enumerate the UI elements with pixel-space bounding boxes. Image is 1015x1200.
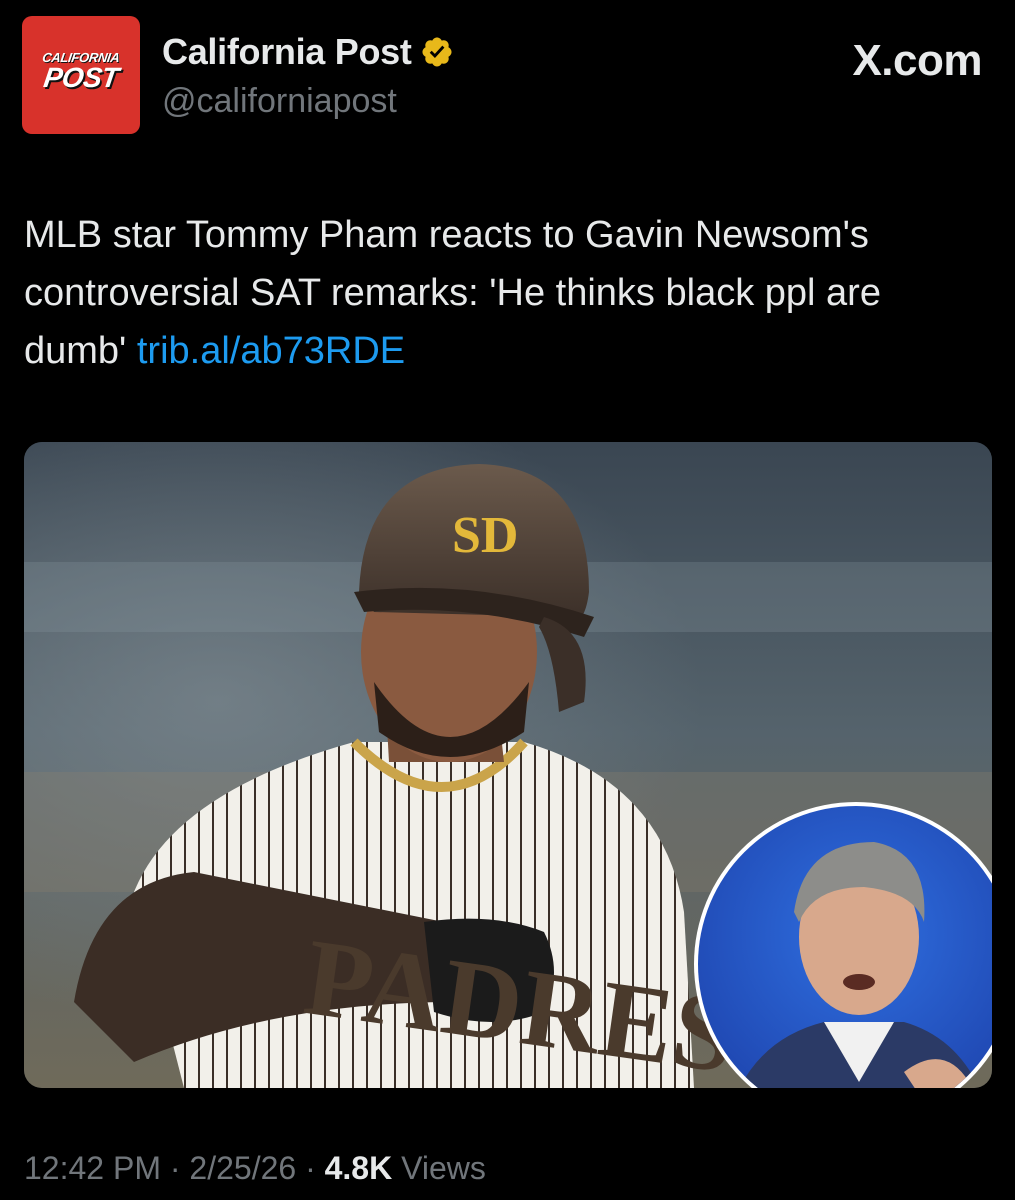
display-name[interactable]: California Post (162, 31, 412, 73)
verified-badge-icon (420, 35, 454, 69)
separator: · (305, 1150, 316, 1186)
account-handle[interactable]: @californiapost (162, 82, 397, 121)
account-avatar[interactable]: CALIFORNIA POST (22, 16, 140, 134)
tweet-time[interactable]: 12:42 PM (24, 1150, 161, 1186)
source-label: X.com (852, 36, 982, 85)
name-row: California Post (162, 30, 454, 74)
tweet-link[interactable]: trib.al/ab73RDE (137, 330, 405, 372)
views-label: Views (401, 1150, 486, 1186)
photo-illustration: PADRES SD (24, 442, 992, 1088)
tweet-date[interactable]: 2/25/26 (189, 1150, 296, 1186)
svg-text:SD: SD (452, 507, 518, 564)
views-count[interactable]: 4.8K (325, 1150, 393, 1186)
separator: · (169, 1150, 181, 1186)
logo-text-bottom: POST (41, 62, 121, 93)
tweet-metadata: 12:42 PM · 2/25/26 · 4.8K Views (24, 1150, 486, 1187)
tweet-text: MLB star Tommy Pham reacts to Gavin News… (24, 206, 984, 380)
tweet-header: CALIFORNIA POST California Post @califor… (22, 16, 982, 136)
tweet-image[interactable]: PADRES SD (24, 442, 992, 1088)
helmet-logo: SD (452, 507, 518, 564)
